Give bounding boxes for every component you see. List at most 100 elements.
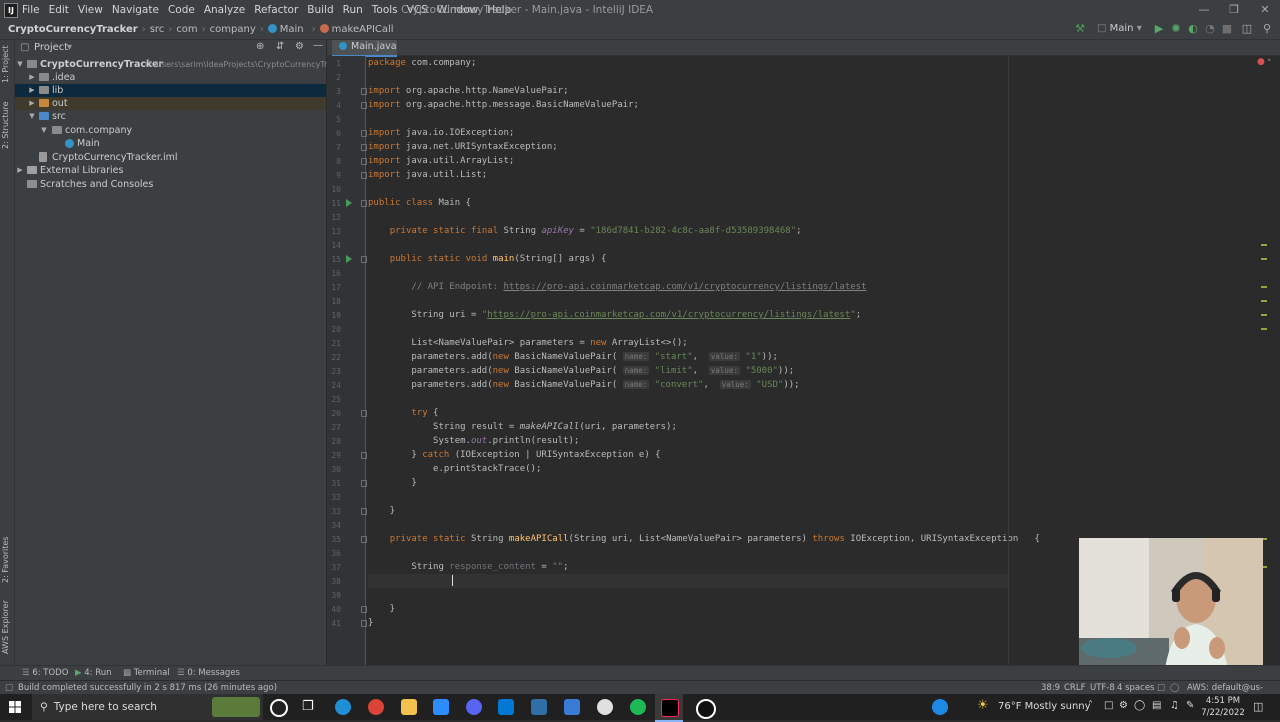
fold-marker-icon[interactable] <box>361 480 367 487</box>
tool-tab-run[interactable]: ▶ 4: Run <box>75 667 112 680</box>
windows-start-icon[interactable] <box>9 701 21 713</box>
menu-navigate[interactable]: Navigate <box>112 4 159 16</box>
tree-item-scratches[interactable]: Scratches and Consoles <box>15 178 326 191</box>
warning-stripe-mark[interactable] <box>1261 244 1267 246</box>
code-line[interactable]: import java.util.List; <box>368 168 1008 182</box>
minimize-icon[interactable]: — <box>1196 2 1212 18</box>
debug-icon[interactable]: ✺ <box>1169 22 1183 36</box>
breadcrumb-method[interactable]: makeAPICall <box>319 24 398 35</box>
project-structure-icon[interactable]: ◫ <box>1240 22 1254 36</box>
code-line[interactable] <box>368 266 1008 280</box>
code-line[interactable]: } <box>368 476 1008 490</box>
volume-icon[interactable]: ♫ <box>1170 700 1179 711</box>
code-line[interactable]: parameters.add(new BasicNameValuePair( n… <box>368 378 1008 392</box>
code-line[interactable] <box>368 238 1008 252</box>
code-line[interactable]: public class Main { <box>368 196 1008 210</box>
search-everywhere-icon[interactable]: ⚲ <box>1260 22 1274 36</box>
code-line[interactable] <box>368 546 1008 560</box>
code-line[interactable] <box>368 518 1008 532</box>
code-line[interactable]: String response_content = ""; <box>368 560 1008 574</box>
code-line[interactable]: import java.util.ArrayList; <box>368 154 1008 168</box>
fold-marker-icon[interactable] <box>361 410 367 417</box>
code-line[interactable]: } <box>368 602 1008 616</box>
warning-stripe-mark[interactable] <box>1261 314 1267 316</box>
tree-item-iml[interactable]: CryptoCurrencyTracker.iml <box>15 151 326 164</box>
fold-marker-icon[interactable] <box>361 508 367 515</box>
code-line[interactable]: public static void main(String[] args) { <box>368 252 1008 266</box>
tool-tab-terminal[interactable]: ▩ Terminal <box>123 667 170 680</box>
inspection-status-icon[interactable]: ● <box>1257 57 1265 67</box>
chrome-icon[interactable] <box>368 699 384 715</box>
network-icon[interactable]: ▤ <box>1152 700 1161 711</box>
code-line[interactable]: String uri = "https://pro-api.coinmarket… <box>368 308 1008 322</box>
breadcrumb-src[interactable]: src <box>150 24 165 35</box>
stop-icon[interactable]: ■ <box>1220 22 1234 36</box>
code-line[interactable]: import org.apache.http.NameValuePair; <box>368 84 1008 98</box>
locate-icon[interactable]: ⊕ <box>256 41 264 52</box>
build-hammer-icon[interactable]: ⚒ <box>1073 22 1087 36</box>
code-line[interactable]: import java.io.IOException; <box>368 126 1008 140</box>
code-line[interactable] <box>368 490 1008 504</box>
code-line[interactable]: try { <box>368 406 1008 420</box>
code-line[interactable]: parameters.add(new BasicNameValuePair( n… <box>368 364 1008 378</box>
run-gutter-icon[interactable] <box>346 255 352 263</box>
code-line[interactable]: private static final String apiKey = "18… <box>368 224 1008 238</box>
fold-marker-icon[interactable] <box>361 172 367 179</box>
restore-icon[interactable]: ❐ <box>1226 2 1242 18</box>
tree-item-src[interactable]: ▼ src <box>15 110 326 123</box>
color-app-icon[interactable] <box>932 699 948 715</box>
code-line[interactable]: } <box>368 504 1008 518</box>
hide-panel-icon[interactable]: — <box>313 40 323 51</box>
breadcrumb-main[interactable]: Main <box>267 24 308 35</box>
cortana-icon[interactable] <box>270 699 288 717</box>
lock-icon[interactable]: □ <box>1157 681 1165 695</box>
breadcrumb-com[interactable]: com <box>176 24 197 35</box>
tool-tab-project[interactable]: 1: Project <box>1 44 13 84</box>
code-line[interactable] <box>368 70 1008 84</box>
chevron-down-icon[interactable]: ▾ <box>67 42 72 53</box>
tree-item-package[interactable]: ▼ com.company <box>15 124 326 137</box>
menu-code[interactable]: Code <box>168 4 195 16</box>
menu-analyze[interactable]: Analyze <box>204 4 245 16</box>
menu-file[interactable]: File <box>22 4 40 16</box>
code-line[interactable]: private static String makeAPICall(String… <box>368 532 1040 546</box>
code-line[interactable]: import java.net.URISyntaxException; <box>368 140 1008 154</box>
fold-marker-icon[interactable] <box>361 200 367 207</box>
line-separator[interactable]: CRLF <box>1064 681 1085 695</box>
fold-marker-icon[interactable] <box>361 620 367 627</box>
warning-stripe-mark[interactable] <box>1261 300 1267 302</box>
code-line[interactable] <box>368 588 1008 602</box>
fold-marker-icon[interactable] <box>361 130 367 137</box>
breadcrumb-company[interactable]: company <box>210 24 256 35</box>
code-line[interactable] <box>368 574 1008 588</box>
run-config-select[interactable]: □ Main ▾ <box>1097 21 1145 37</box>
fold-marker-icon[interactable] <box>361 256 367 263</box>
notifications-icon[interactable]: ◫ <box>1253 700 1263 713</box>
code-line[interactable]: // API Endpoint: https://pro-api.coinmar… <box>368 280 1008 294</box>
tree-item-lib[interactable]: ▶ lib <box>15 84 326 97</box>
clock[interactable]: 4:51 PM 7/22/2022 <box>1200 695 1246 719</box>
tree-item-idea[interactable]: ▶ .idea <box>15 71 326 84</box>
tree-item-external-libraries[interactable]: ▶ External Libraries <box>15 164 326 177</box>
tray-gear-icon[interactable]: ⚙ <box>1119 700 1128 711</box>
code-area[interactable]: package com.company; import org.apache.ht… <box>368 56 1040 665</box>
discord-icon[interactable] <box>466 699 482 715</box>
code-line[interactable] <box>368 392 1008 406</box>
tree-item-project-root[interactable]: ▼ CryptoCurrencyTracker C:\Users\sarim\I… <box>15 58 349 71</box>
tree-item-main[interactable]: Main <box>15 137 326 150</box>
menu-build[interactable]: Build <box>307 4 333 16</box>
editor-tab-main-java[interactable]: Main.java <box>332 40 397 57</box>
fold-marker-icon[interactable] <box>361 158 367 165</box>
code-line[interactable] <box>368 322 1008 336</box>
tray-icon[interactable]: ◯ <box>1134 700 1145 711</box>
weather-text[interactable]: 76°F Mostly sunny <box>998 694 1091 720</box>
code-line[interactable] <box>368 182 1008 196</box>
tool-tab-todo[interactable]: ☰ 6: TODO <box>22 667 68 680</box>
intellij-taskbar-button[interactable] <box>655 694 683 722</box>
task-view-icon[interactable]: ❐ <box>302 699 314 714</box>
run-icon[interactable]: ▶ <box>1152 22 1166 36</box>
code-line[interactable]: String result = makeAPICall(uri, paramet… <box>368 420 1008 434</box>
cursor-position[interactable]: 38:9 <box>1041 681 1060 695</box>
obs-icon[interactable] <box>696 699 716 719</box>
menu-edit[interactable]: Edit <box>49 4 69 16</box>
